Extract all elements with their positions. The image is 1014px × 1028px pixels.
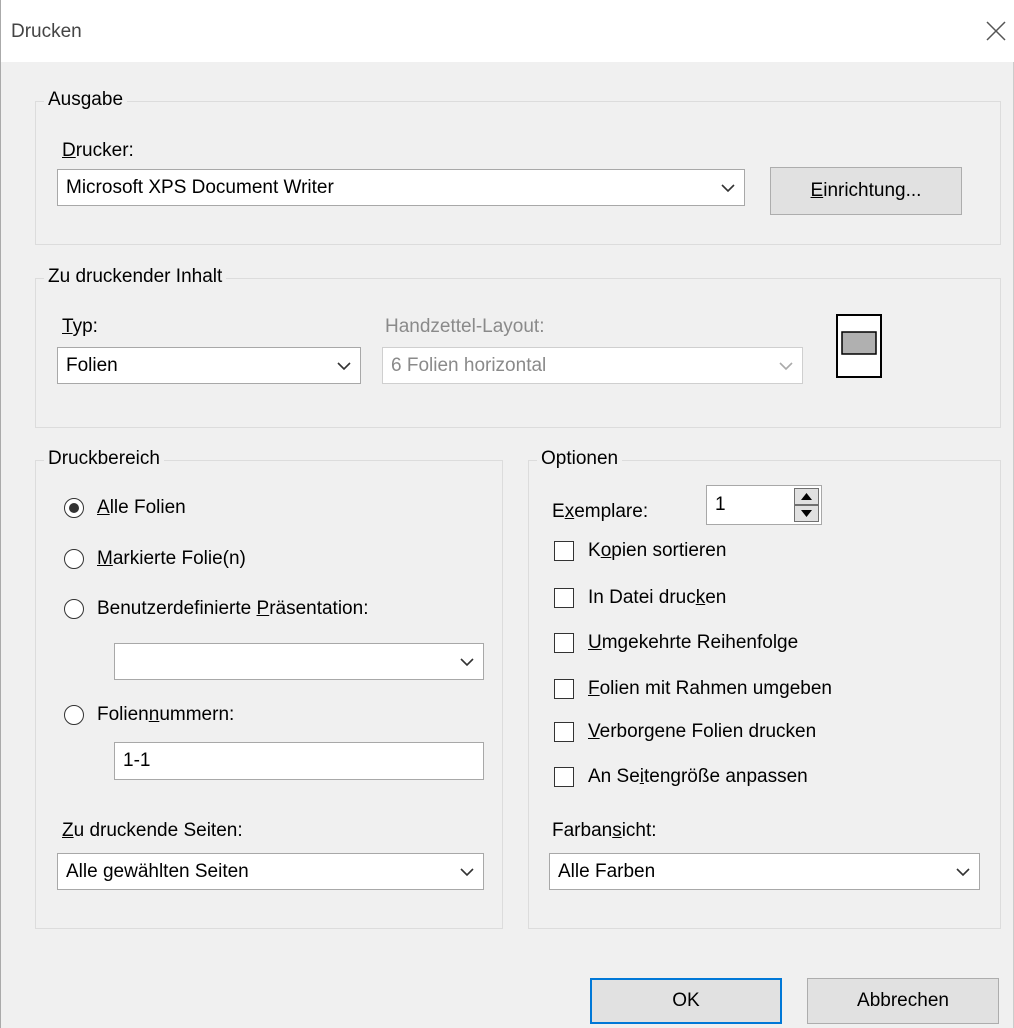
drucker-value: Microsoft XPS Document Writer: [66, 177, 334, 198]
seiten-label: Zu druckende Seiten:: [62, 820, 243, 841]
checkbox-kopien-sortieren[interactable]: [554, 541, 574, 561]
spin-up-icon[interactable]: [794, 488, 819, 505]
typ-value: Folien: [66, 355, 118, 376]
handzettel-value: 6 Folien horizontal: [391, 355, 547, 376]
exemplare-label: Exemplare:: [552, 501, 649, 522]
drucker-select[interactable]: Microsoft XPS Document Writer: [57, 169, 745, 206]
radio-foliennummern[interactable]: [64, 705, 84, 725]
seiten-select[interactable]: Alle gewählten Seiten: [57, 853, 484, 890]
group-inhalt-legend: Zu druckender Inhalt: [44, 266, 227, 288]
chevron-down-icon: [337, 362, 351, 371]
seiten-value: Alle gewählten Seiten: [66, 861, 249, 882]
checkbox-in-datei-drucken[interactable]: [554, 588, 574, 608]
radio-markierte-folien[interactable]: [64, 549, 84, 569]
checkbox-umgekehrte-reihenfolge-label[interactable]: Umgekehrte Reihenfolge: [588, 632, 798, 654]
checkbox-kopien-sortieren-label[interactable]: Kopien sortieren: [588, 540, 726, 562]
close-icon[interactable]: [985, 20, 1007, 42]
chevron-down-icon: [460, 868, 474, 877]
radio-benutzerdefiniert[interactable]: [64, 599, 84, 619]
print-dialog: Drucken Ausgabe Drucker: Microsoft XPS D…: [0, 0, 1014, 1028]
radio-alle-folien[interactable]: [64, 498, 84, 518]
spin-down-icon[interactable]: [794, 505, 819, 522]
farbansicht-value: Alle Farben: [558, 861, 656, 882]
exemplare-value: 1: [715, 494, 726, 515]
checkbox-in-datei-drucken-label[interactable]: In Datei drucken: [588, 587, 726, 609]
checkbox-folien-mit-rahmen-label[interactable]: Folien mit Rahmen umgeben: [588, 678, 832, 700]
chevron-down-icon: [956, 868, 970, 877]
typ-select[interactable]: Folien: [57, 347, 361, 384]
foliennummern-value: 1-1: [123, 750, 151, 771]
einrichtung-button[interactable]: Einrichtung...: [770, 167, 962, 215]
farbansicht-label: Farbansicht:: [552, 820, 657, 841]
foliennummern-input[interactable]: 1-1: [114, 742, 484, 780]
window-title: Drucken: [11, 21, 82, 42]
checkbox-folien-mit-rahmen[interactable]: [554, 679, 574, 699]
checkbox-verborgene-folien[interactable]: [554, 722, 574, 742]
chevron-down-icon: [779, 362, 793, 371]
handzettel-label: Handzettel-Layout:: [385, 316, 545, 337]
farbansicht-select[interactable]: Alle Farben: [549, 853, 980, 890]
radio-benutzerdefiniert-label[interactable]: Benutzerdefinierte Präsentation:: [97, 598, 368, 620]
title-bar: Drucken: [1, 0, 1014, 62]
chevron-down-icon: [721, 184, 735, 193]
ok-button[interactable]: OK: [590, 978, 782, 1024]
checkbox-an-seitengroesse-label[interactable]: An Seitengröße anpassen: [588, 766, 808, 788]
checkbox-an-seitengroesse[interactable]: [554, 767, 574, 787]
chevron-down-icon: [460, 658, 474, 667]
typ-label: Typ:: [62, 316, 98, 337]
group-ausgabe-legend: Ausgabe: [44, 89, 128, 111]
benutzer-praesentation-select[interactable]: [114, 643, 484, 680]
group-optionen-legend: Optionen: [537, 448, 623, 470]
drucker-label: Drucker:: [62, 140, 134, 161]
checkbox-umgekehrte-reihenfolge[interactable]: [554, 633, 574, 653]
abbrechen-button[interactable]: Abbrechen: [807, 978, 999, 1024]
radio-markierte-folien-label[interactable]: Markierte Folie(n): [97, 548, 246, 570]
group-druckbereich-legend: Druckbereich: [44, 448, 164, 470]
handzettel-select: 6 Folien horizontal: [382, 347, 803, 384]
checkbox-verborgene-folien-label[interactable]: Verborgene Folien drucken: [588, 721, 816, 743]
slide-preview-icon: [836, 314, 882, 378]
radio-alle-folien-label[interactable]: Alle Folien: [97, 497, 186, 519]
radio-foliennummern-label[interactable]: Foliennummern:: [97, 704, 234, 726]
